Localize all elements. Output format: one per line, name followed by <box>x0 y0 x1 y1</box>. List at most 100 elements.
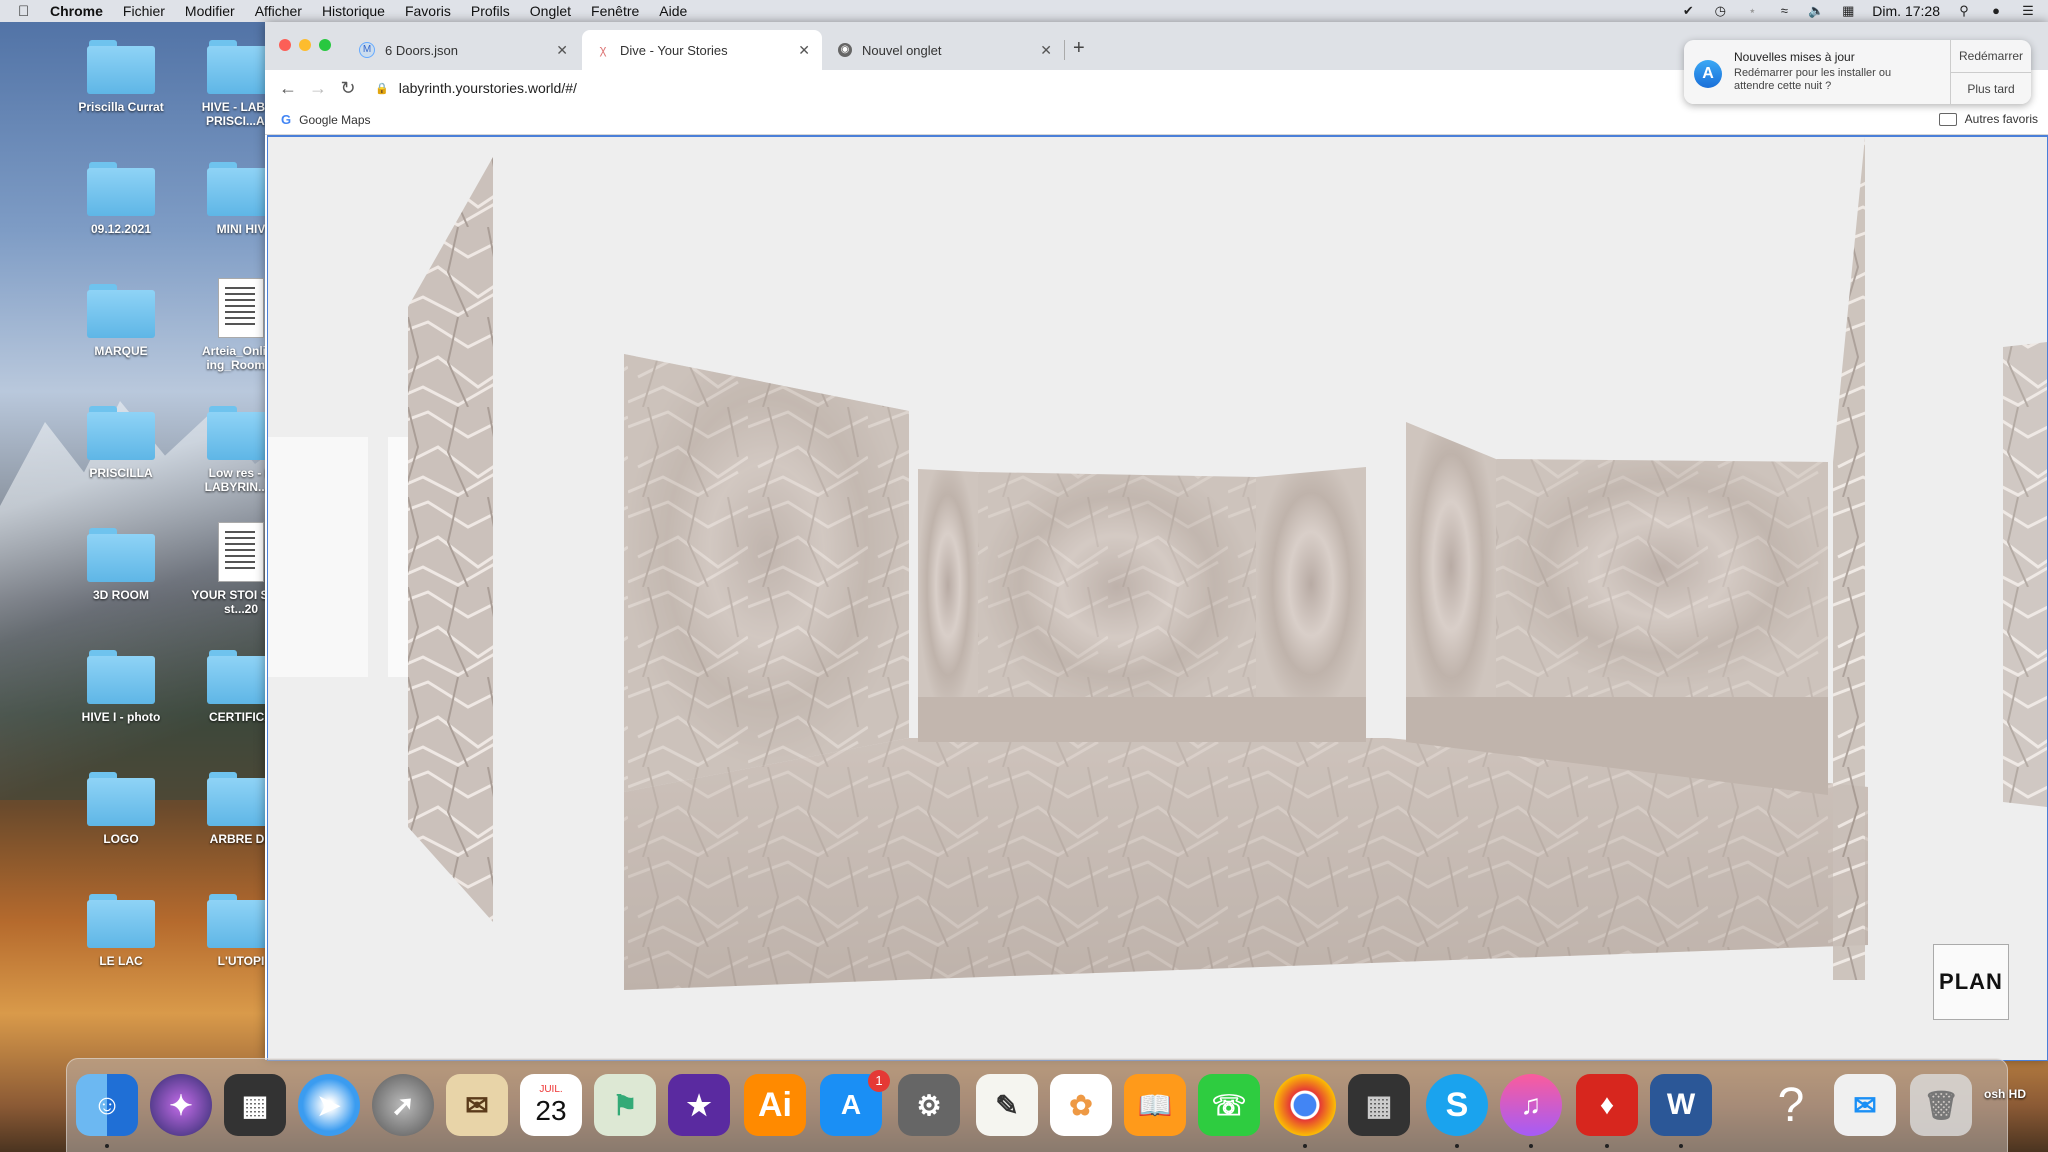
wall-texture <box>978 472 1256 727</box>
new-tab-button[interactable]: + <box>1073 38 1085 58</box>
running-indicator <box>1303 1144 1307 1148</box>
books-icon[interactable]: 📖 <box>1124 1074 1186 1136</box>
checkmark-status-icon[interactable]: ✔ <box>1680 4 1696 18</box>
skype-icon[interactable]: S <box>1426 1074 1488 1136</box>
minimize-window-button[interactable] <box>299 39 311 51</box>
menu-historique[interactable]: Historique <box>322 3 385 19</box>
later-button[interactable]: Plus tard <box>1951 73 2031 105</box>
itunes-icon[interactable]: ♫ <box>1500 1074 1562 1136</box>
launchpad-icon[interactable]: ➚ <box>372 1074 434 1136</box>
google-g-icon: G <box>281 112 292 127</box>
facetime-icon[interactable]: ☏ <box>1198 1074 1260 1136</box>
photo-booth-icon[interactable]: ▦ <box>224 1074 286 1136</box>
menu-bar:  Chrome Fichier Modifier Afficher Histo… <box>0 0 2048 22</box>
mail-stamp-icon[interactable]: ✉ <box>446 1074 508 1136</box>
calendar-status-icon[interactable]: ▦ <box>1840 4 1856 18</box>
system-preferences-icon[interactable]: ⚙ <box>898 1074 960 1136</box>
wifi-icon[interactable]: ≈ <box>1776 4 1792 18</box>
volume-icon[interactable]: 🔈 <box>1808 4 1824 18</box>
close-window-button[interactable] <box>279 39 291 51</box>
plan-button[interactable]: PLAN <box>1933 944 2009 1020</box>
menu-aide[interactable]: Aide <box>659 3 687 19</box>
menu-fenetre[interactable]: Fenêtre <box>591 3 639 19</box>
wall-texture <box>1496 459 1828 702</box>
menu-profils[interactable]: Profils <box>471 3 510 19</box>
labyrinth-3d-viewport[interactable]: PLAN <box>267 135 2048 1061</box>
chrome-favicon: ◉ <box>838 43 852 57</box>
desktop-icon-label: 3D ROOM <box>92 588 149 602</box>
your-stories-favicon: χ <box>599 42 607 57</box>
menu-fichier[interactable]: Fichier <box>123 3 165 19</box>
tab-nouvel-onglet[interactable]: ◉ Nouvel onglet ✕ <box>824 30 1065 70</box>
acrobat-icon[interactable]: ♦ <box>1576 1074 1638 1136</box>
running-indicator <box>1605 1144 1609 1148</box>
desktop-icon-label: 09.12.2021 <box>90 222 152 236</box>
bookmark-label: Google Maps <box>299 112 371 127</box>
tab-6-doors-json[interactable]: M 6 Doors.json ✕ <box>345 30 580 70</box>
folder-icon <box>87 162 155 216</box>
menu-app-name[interactable]: Chrome <box>50 3 103 19</box>
imovie-icon[interactable]: ★ <box>668 1074 730 1136</box>
chrome-icon[interactable] <box>1274 1074 1336 1136</box>
document-icon <box>218 522 264 582</box>
desktop-folder[interactable]: HIVE I - photo <box>66 650 176 724</box>
forward-arrow-icon[interactable]: → <box>303 78 333 99</box>
tab-close-icon[interactable]: ✕ <box>1040 42 1052 59</box>
maps-icon[interactable]: ⚑ <box>594 1074 656 1136</box>
notification-center-icon[interactable]: ☰ <box>2020 4 2036 18</box>
help-question-icon[interactable]: ? <box>1760 1074 1822 1136</box>
desktop-icon-label: L'UTOPI <box>217 954 265 968</box>
inner-wall <box>1256 467 1366 727</box>
tab-close-icon[interactable]: ✕ <box>798 42 810 59</box>
tab-title: Nouvel onglet <box>862 42 942 58</box>
mail-document-icon[interactable]: ✉ <box>1834 1074 1896 1136</box>
restart-button[interactable]: Redémarrer <box>1951 40 2031 73</box>
desktop-icon-label: Priscilla Currat <box>78 100 164 114</box>
desktop-icon-label: CERTIFICA <box>209 710 273 724</box>
reload-icon[interactable]: ↻ <box>333 78 363 99</box>
desktop-folder[interactable]: MARQUE <box>66 284 176 358</box>
notification-body: Redémarrer pour les installer ou attendr… <box>1734 67 1892 92</box>
menu-clock[interactable]: Dim. 17:28 <box>1872 3 1940 19</box>
notification-title: Nouvelles mises à jour <box>1734 50 1855 64</box>
apple-menu-icon[interactable]:  <box>18 3 38 20</box>
tab-close-icon[interactable]: ✕ <box>556 42 568 59</box>
menu-afficher[interactable]: Afficher <box>255 3 302 19</box>
wall-texture <box>624 354 909 792</box>
menu-favoris[interactable]: Favoris <box>405 3 451 19</box>
desktop-folder[interactable]: 3D ROOM <box>66 528 176 602</box>
trash-icon[interactable]: 🗑 <box>1910 1074 1972 1136</box>
desktop-icon-label: MARQUE <box>94 344 148 358</box>
zoom-window-button[interactable] <box>319 39 331 51</box>
update-notification[interactable]: A Nouvelles mises à jour Redémarrer pour… <box>1684 40 2031 104</box>
address-bar[interactable]: 🔒 labyrinth.yourstories.world/#/ <box>375 80 577 96</box>
word-icon[interactable]: W <box>1650 1074 1712 1136</box>
other-bookmarks[interactable]: Autres favoris <box>1938 112 2038 126</box>
other-bookmarks-label: Autres favoris <box>1964 112 2038 126</box>
textedit-icon[interactable]: ✎ <box>976 1074 1038 1136</box>
desktop-folder[interactable]: PRISCILLA <box>66 406 176 480</box>
photos-icon[interactable]: ✿ <box>1050 1074 1112 1136</box>
desktop-folder[interactable]: Priscilla Currat <box>66 40 176 114</box>
video-film-icon[interactable]: ▦ <box>1348 1074 1410 1136</box>
siri-icon[interactable]: ✦ <box>150 1074 212 1136</box>
folder-icon <box>87 406 155 460</box>
menu-onglet[interactable]: Onglet <box>530 3 571 19</box>
desktop-icon-label: MINI HIV <box>216 222 266 236</box>
finder-icon[interactable]: ☺ <box>76 1074 138 1136</box>
calendar-icon[interactable]: JUIL. 23 <box>520 1074 582 1136</box>
bookmark-google-maps[interactable]: G Google Maps <box>281 112 371 127</box>
illustrator-icon[interactable]: Ai <box>744 1074 806 1136</box>
safari-icon[interactable]: ➤ <box>298 1074 360 1136</box>
time-machine-icon[interactable]: ◷ <box>1712 4 1728 18</box>
back-arrow-icon[interactable]: ← <box>273 78 303 99</box>
left-wall <box>408 157 493 922</box>
menu-modifier[interactable]: Modifier <box>185 3 235 19</box>
spotlight-search-icon[interactable]: ⚲ <box>1956 4 1972 18</box>
tab-dive-your-stories[interactable]: χ Dive - Your Stories ✕ <box>582 30 822 70</box>
desktop-folder[interactable]: LOGO <box>66 772 176 846</box>
desktop-folder[interactable]: LE LAC <box>66 894 176 968</box>
bluetooth-icon[interactable]: ⋆ <box>1744 4 1760 18</box>
desktop-folder[interactable]: 09.12.2021 <box>66 162 176 236</box>
user-avatar-icon[interactable]: ● <box>1988 4 2004 18</box>
